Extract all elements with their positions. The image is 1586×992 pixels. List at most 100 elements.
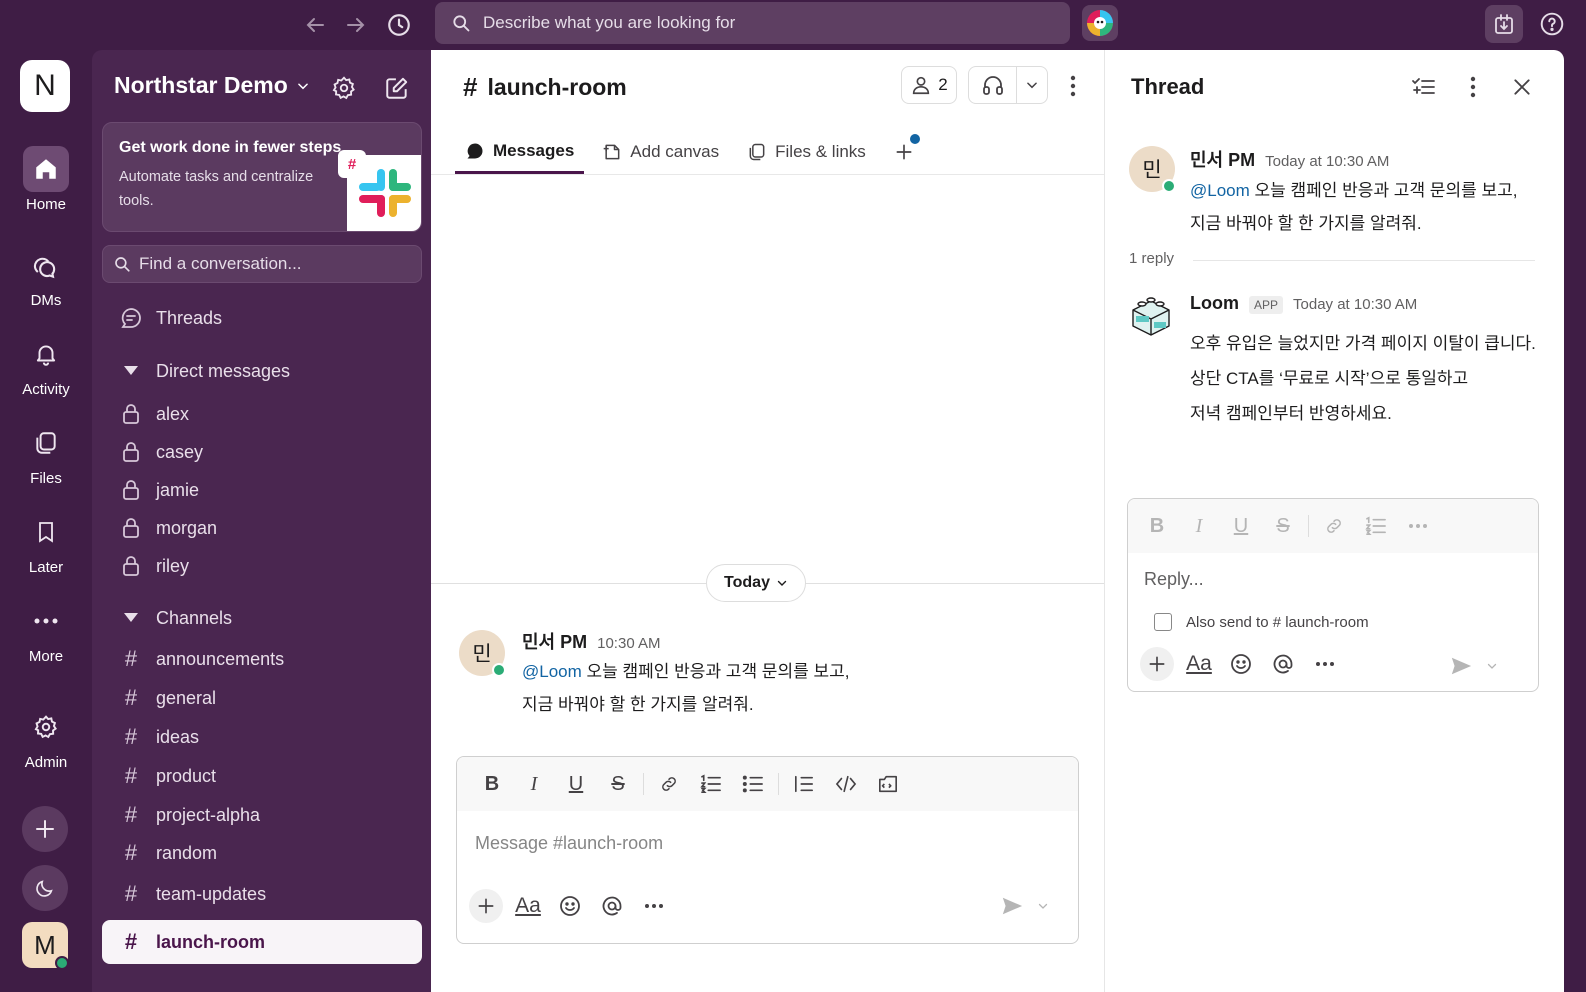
add-workspace-button[interactable] — [22, 806, 68, 852]
find-conversation-input[interactable]: Find a conversation... — [102, 245, 422, 283]
rail-item-files[interactable]: Files — [0, 420, 92, 487]
rail-item-activity[interactable]: Activity — [0, 331, 92, 398]
italic-icon[interactable]: I — [513, 768, 555, 800]
italic-icon[interactable]: I — [1178, 510, 1220, 542]
send-icon[interactable] — [1450, 655, 1472, 677]
user-mention[interactable]: @Loom — [522, 662, 582, 681]
underline-icon[interactable]: U — [1220, 510, 1262, 542]
sidebar-item-channel-announcements[interactable]: # announcements — [102, 640, 422, 678]
bulleted-list-icon[interactable] — [732, 768, 774, 800]
hash-icon: # — [124, 763, 138, 788]
message-composer: B I U S Message #launch-room Aa — [456, 756, 1079, 944]
chevron-down-icon[interactable] — [1017, 78, 1047, 92]
message-author[interactable]: 민서 PM — [1190, 146, 1255, 172]
more-actions-icon[interactable] — [1308, 647, 1342, 681]
link-icon[interactable] — [648, 768, 690, 800]
loom-app-avatar[interactable] — [1127, 292, 1175, 340]
code-icon[interactable] — [825, 768, 867, 800]
user-mention[interactable]: @Loom — [1190, 181, 1250, 200]
plus-icon — [894, 142, 914, 162]
code-block-icon[interactable] — [867, 768, 909, 800]
rail-item-home[interactable]: Home — [0, 146, 92, 213]
back-arrow-icon[interactable] — [300, 10, 330, 40]
chevron-down-icon[interactable] — [1486, 660, 1498, 672]
attach-plus-button[interactable] — [1140, 647, 1174, 681]
kebab-menu-icon[interactable] — [1061, 72, 1085, 100]
message-timestamp[interactable]: Today at 10:30 AM — [1293, 296, 1417, 313]
message-author[interactable]: Loom — [1190, 293, 1239, 314]
headphones-icon[interactable] — [969, 67, 1017, 103]
rail-item-more[interactable]: More — [0, 598, 92, 665]
sidebar-item-channel-team-updates[interactable]: # team-updates — [102, 875, 422, 913]
message-input[interactable]: Message #launch-room — [475, 833, 663, 854]
files-icon — [23, 420, 69, 466]
sidebar-item-channel-launch-room[interactable]: # launch-room — [102, 920, 422, 964]
sidebar-item-threads[interactable]: Threads — [102, 299, 422, 337]
ai-assistant-button[interactable] — [1082, 5, 1118, 41]
dark-mode-toggle[interactable] — [22, 865, 68, 911]
sidebar-item-channel-general[interactable]: # general — [102, 679, 422, 717]
mention-icon[interactable] — [595, 889, 629, 923]
emoji-icon[interactable] — [1224, 647, 1258, 681]
also-send-checkbox-row[interactable]: Also send to # launch-room — [1154, 613, 1369, 631]
channel-title-button[interactable]: # launch-room — [463, 72, 627, 103]
strikethrough-icon[interactable]: S — [1262, 510, 1304, 542]
huddle-button[interactable] — [968, 66, 1048, 104]
rail-item-dms[interactable]: DMs — [0, 242, 92, 309]
sidebar-item-channel-project-alpha[interactable]: # project-alpha — [102, 796, 422, 834]
promo-card[interactable]: Get work done in fewer steps Automate ta… — [102, 122, 422, 232]
send-icon[interactable] — [1001, 895, 1023, 917]
message-timestamp[interactable]: 10:30 AM — [597, 635, 660, 652]
sidebar-item-channel-random[interactable]: # random — [102, 834, 422, 872]
compose-icon[interactable] — [381, 72, 413, 104]
search-input[interactable]: Describe what you are looking for — [435, 2, 1070, 44]
sidebar-item-dm-casey[interactable]: casey — [102, 433, 422, 471]
install-app-button[interactable] — [1485, 5, 1523, 43]
history-clock-icon[interactable] — [384, 10, 414, 40]
tab-add-canvas[interactable]: Add canvas — [592, 130, 729, 174]
mention-icon[interactable] — [1266, 647, 1300, 681]
sidebar-item-dm-alex[interactable]: alex — [102, 395, 422, 433]
sidebar-item-channel-ideas[interactable]: # ideas — [102, 718, 422, 756]
bold-icon[interactable]: B — [471, 768, 513, 800]
tab-files-links[interactable]: Files & links — [737, 130, 876, 174]
underline-icon[interactable]: U — [555, 768, 597, 800]
sidebar-item-channel-product[interactable]: # product — [102, 757, 422, 795]
message-author[interactable]: 민서 PM — [522, 628, 587, 654]
ordered-list-icon[interactable] — [690, 768, 732, 800]
add-tab-button[interactable] — [884, 130, 924, 174]
sidebar-section-direct-messages[interactable]: Direct messages — [102, 352, 422, 390]
emoji-icon[interactable] — [553, 889, 587, 923]
more-actions-icon[interactable] — [637, 889, 671, 923]
message-timestamp[interactable]: Today at 10:30 AM — [1265, 153, 1389, 170]
more-formatting-icon[interactable] — [1397, 510, 1439, 542]
close-icon[interactable] — [1507, 72, 1537, 102]
also-send-checkbox[interactable] — [1154, 613, 1172, 631]
thread-filter-icon[interactable] — [1408, 72, 1438, 102]
sidebar-item-dm-jamie[interactable]: jamie — [102, 471, 422, 509]
sidebar-item-dm-riley[interactable]: riley — [102, 547, 422, 585]
tab-messages[interactable]: Messages — [455, 130, 585, 174]
reply-input[interactable]: Reply... — [1144, 569, 1204, 590]
chevron-down-icon[interactable] — [1037, 900, 1049, 912]
strikethrough-icon[interactable]: S — [597, 768, 639, 800]
help-icon[interactable] — [1533, 5, 1571, 43]
rail-item-admin[interactable]: Admin — [0, 704, 92, 771]
forward-arrow-icon[interactable] — [341, 10, 371, 40]
text-format-icon[interactable]: Aa — [511, 889, 545, 923]
blockquote-icon[interactable] — [783, 768, 825, 800]
link-icon[interactable] — [1313, 510, 1355, 542]
workspace-settings-gear-icon[interactable] — [328, 72, 360, 104]
kebab-menu-icon[interactable] — [1458, 72, 1488, 102]
workspace-name-button[interactable]: Northstar Demo — [114, 72, 310, 99]
members-button[interactable]: 2 — [901, 66, 957, 104]
bold-icon[interactable]: B — [1136, 510, 1178, 542]
text-format-icon[interactable]: Aa — [1182, 647, 1216, 681]
sidebar-item-dm-morgan[interactable]: morgan — [102, 509, 422, 547]
day-divider-button[interactable]: Today — [706, 564, 806, 602]
attach-plus-button[interactable] — [469, 889, 503, 923]
ordered-list-icon[interactable] — [1355, 510, 1397, 542]
workspace-switcher[interactable]: N — [20, 60, 70, 112]
rail-item-later[interactable]: Later — [0, 509, 92, 576]
sidebar-section-channels[interactable]: Channels — [102, 599, 422, 637]
